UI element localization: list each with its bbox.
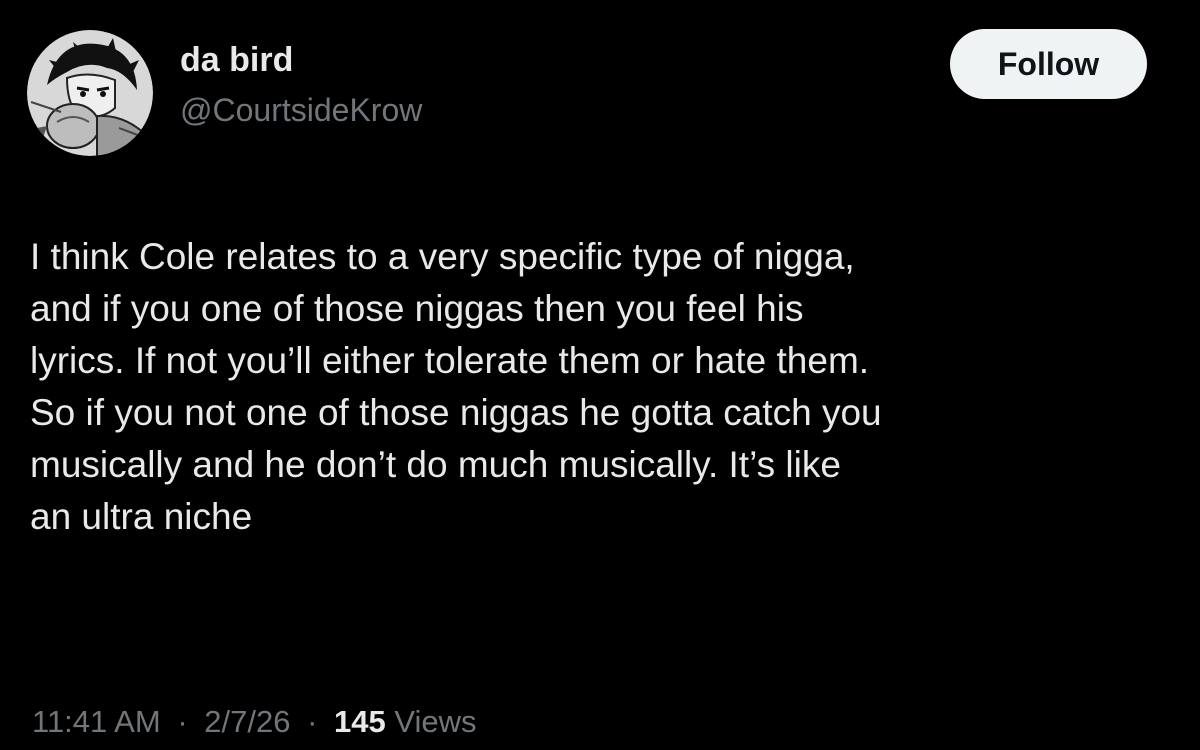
tweet-date[interactable]: 2/7/26	[204, 704, 290, 739]
tweet-text-line: lyrics. If not you’ll either tolerate th…	[30, 340, 870, 381]
views-count: 145	[334, 704, 386, 739]
tweet-text-line: and if you one of those niggas then you …	[30, 288, 804, 329]
meta-separator: ·	[307, 704, 318, 739]
tweet-text-line: an ultra niche	[30, 496, 253, 537]
tweet-text: I think Cole relates to a very specific …	[30, 231, 1180, 543]
tweet-text-line: musically and he don’t do much musically…	[30, 444, 841, 485]
tweet-card: da bird @CourtsideKrow Follow I think Co…	[0, 0, 1200, 750]
follow-button[interactable]: Follow	[950, 29, 1147, 99]
meta-separator: ·	[177, 704, 188, 739]
author-block: da bird @CourtsideKrow	[180, 38, 422, 132]
tweet-time[interactable]: 11:41 AM	[32, 704, 161, 739]
display-name[interactable]: da bird	[180, 38, 422, 82]
views-label: Views	[394, 704, 477, 739]
tweet-meta: 11:41 AM · 2/7/26 · 145 Views	[32, 700, 477, 744]
avatar[interactable]	[27, 30, 153, 156]
tweet-text-line: So if you not one of those niggas he got…	[30, 392, 882, 433]
user-handle[interactable]: @CourtsideKrow	[180, 88, 422, 132]
manga-boxer-avatar-icon	[27, 30, 153, 156]
tweet-text-line: I think Cole relates to a very specific …	[30, 236, 855, 277]
